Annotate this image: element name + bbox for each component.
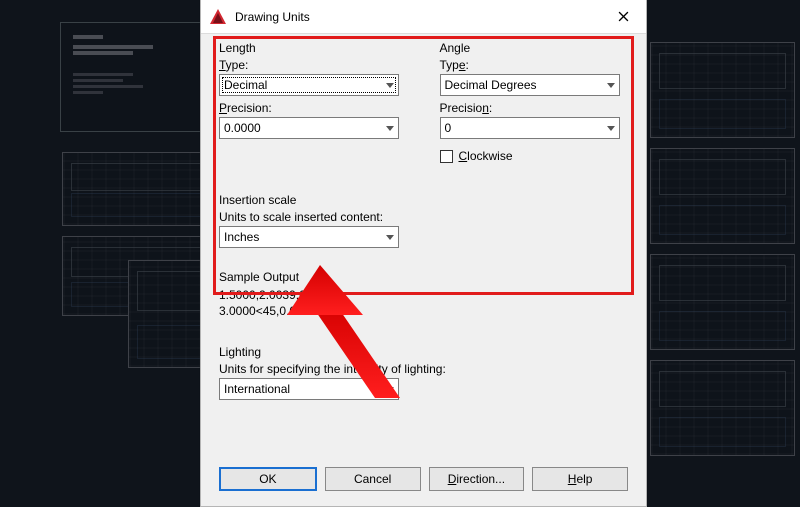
bg-sheet — [650, 42, 795, 138]
insertion-heading: Insertion scale — [219, 191, 628, 210]
lighting-group: Lighting Units for specifying the intens… — [213, 337, 634, 400]
angle-heading: Angle — [440, 39, 635, 58]
chevron-down-icon — [381, 379, 398, 399]
bg-sheet — [650, 254, 795, 350]
angle-type-combo[interactable]: Decimal Degrees — [440, 74, 620, 96]
sample-line-2: 3.0000<45,0.0000 — [219, 303, 628, 319]
bg-sheet — [62, 152, 216, 226]
drawing-units-dialog: Drawing Units Length Type: Decimal Preci… — [200, 0, 647, 507]
length-type-label: Type: — [219, 58, 248, 74]
chevron-down-icon — [602, 75, 619, 95]
lighting-units-value: International — [220, 379, 381, 399]
chevron-down-icon — [381, 227, 398, 247]
sample-heading: Sample Output — [219, 268, 628, 287]
chevron-down-icon — [381, 118, 398, 138]
angle-precision-value: 0 — [441, 118, 602, 138]
angle-precision-label: Precision: — [440, 101, 493, 117]
length-precision-label: Precision: — [219, 101, 272, 117]
angle-type-value: Decimal Degrees — [441, 75, 602, 95]
close-button[interactable] — [600, 0, 646, 34]
bg-titleblock — [60, 22, 220, 132]
direction-button[interactable]: Direction... — [429, 467, 525, 491]
length-type-value: Decimal — [220, 75, 381, 95]
ok-button[interactable]: OK — [219, 467, 317, 491]
checkbox-box — [440, 150, 453, 163]
angle-precision-combo[interactable]: 0 — [440, 117, 620, 139]
chevron-down-icon — [602, 118, 619, 138]
insertion-scale-group: Insertion scale Units to scale inserted … — [213, 185, 634, 248]
length-precision-value: 0.0000 — [220, 118, 381, 138]
angle-type-label: Type: — [440, 58, 469, 74]
clockwise-label: Clockwise — [459, 149, 513, 163]
lighting-units-combo[interactable]: International — [219, 378, 399, 400]
length-heading: Length — [219, 39, 414, 58]
insertion-units-value: Inches — [220, 227, 381, 247]
sample-line-1: 1.5000,2.0039,0.0000 — [219, 287, 628, 303]
bg-sheet — [62, 236, 216, 316]
angle-group: Angle Type: Decimal Degrees Precision: 0 — [440, 39, 635, 163]
insertion-units-combo[interactable]: Inches — [219, 226, 399, 248]
chevron-down-icon — [381, 75, 398, 95]
cancel-button[interactable]: Cancel — [325, 467, 421, 491]
bg-sheet — [650, 360, 795, 456]
length-precision-combo[interactable]: 0.0000 — [219, 117, 399, 139]
dialog-button-row: OK Cancel Direction... Help — [219, 467, 628, 491]
sample-output-group: Sample Output 1.5000,2.0039,0.0000 3.000… — [213, 262, 634, 319]
insertion-label: Units to scale inserted content: — [219, 210, 383, 226]
titlebar: Drawing Units — [201, 0, 646, 34]
help-button[interactable]: Help — [532, 467, 628, 491]
autocad-app-icon — [209, 8, 227, 26]
length-group: Length Type: Decimal Precision: 0.0000 — [219, 39, 414, 163]
clockwise-checkbox[interactable]: Clockwise — [440, 149, 635, 163]
bg-sheet — [650, 148, 795, 244]
dialog-title: Drawing Units — [235, 10, 310, 24]
lighting-label: Units for specifying the intensity of li… — [219, 362, 446, 378]
length-type-combo[interactable]: Decimal — [219, 74, 399, 96]
lighting-heading: Lighting — [219, 343, 628, 362]
